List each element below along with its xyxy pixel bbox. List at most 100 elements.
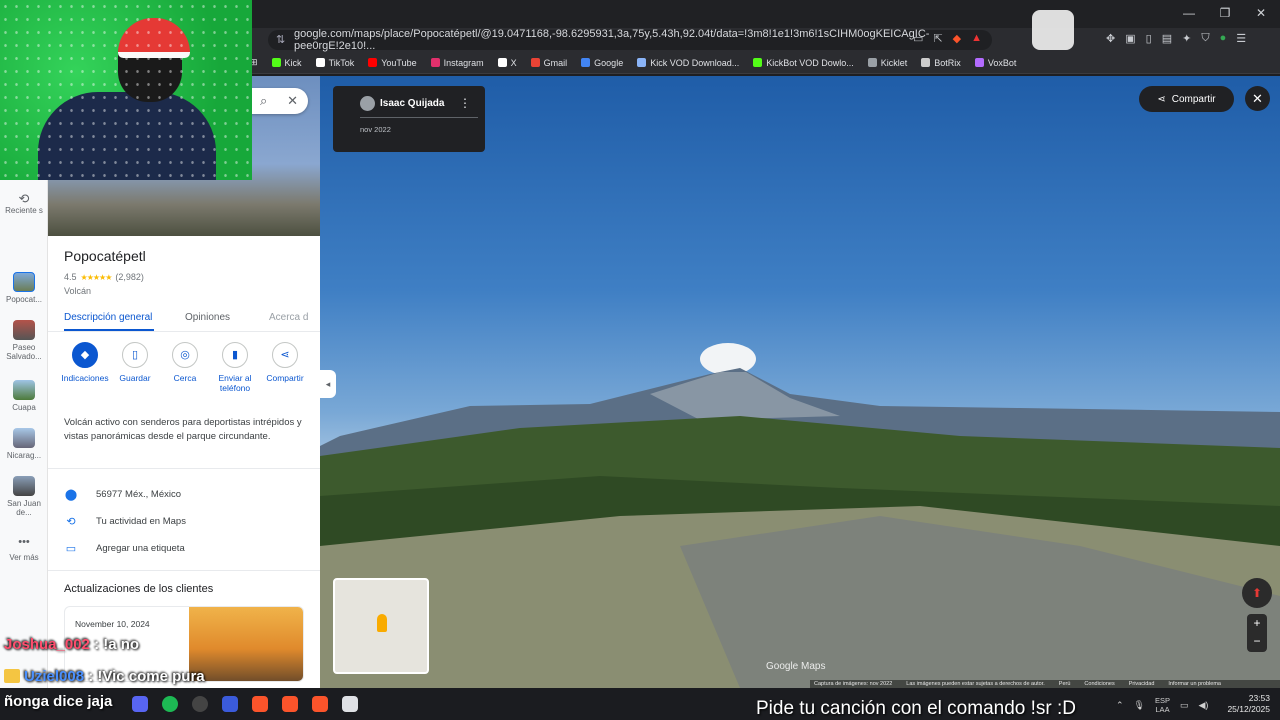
bookmark-kicklet[interactable]: Kicklet xyxy=(867,58,907,68)
rating-row[interactable]: 4.5 ★★★★★ (2,982) xyxy=(64,272,144,282)
url-field[interactable]: ⇅ google.com/maps/place/Popocatépetl/@19… xyxy=(268,28,992,52)
system-tray: ⌃ 🎙 ESP LAA ▭ ◀) xyxy=(1116,696,1208,714)
close-icon: ✕ xyxy=(1252,90,1263,106)
pegman-icon[interactable] xyxy=(377,614,387,632)
tab-reviews[interactable]: Opiniones xyxy=(185,312,230,323)
extensions-icon[interactable]: ✥ xyxy=(1106,32,1115,45)
bookmark-kick[interactable]: Kick xyxy=(271,58,302,68)
search-chip: ⌕ ✕ xyxy=(250,88,308,114)
minimap[interactable] xyxy=(333,578,429,674)
send-to-phone-button[interactable]: ▮ Enviar al teléfono xyxy=(210,342,260,393)
more-options-icon[interactable]: ⋮ xyxy=(459,96,471,110)
brave-shield-icon[interactable]: ◆ xyxy=(953,32,961,45)
discord-icon[interactable] xyxy=(132,696,148,712)
activity-row[interactable]: ⟲ Tu actividad en Maps xyxy=(64,515,186,528)
spotify-icon[interactable] xyxy=(162,696,178,712)
chevron-up-icon[interactable]: ⌃ xyxy=(1116,700,1124,711)
chat-overlay: Joshua_002 : !a no Uziel008 : !Vic come … xyxy=(0,630,250,688)
close-streetview-button[interactable]: ✕ xyxy=(1245,86,1270,111)
brave-browser-icon[interactable] xyxy=(282,696,298,712)
rail-item-more[interactable]: ••• Ver más xyxy=(0,537,48,563)
profile-icon[interactable]: ● xyxy=(1220,32,1227,45)
collapse-panel-button[interactable]: ◂ xyxy=(320,370,336,398)
chat-text: : !a no xyxy=(94,636,140,653)
add-label-row[interactable]: ▭ Agregar una etiqueta xyxy=(64,542,185,555)
bookmark-google[interactable]: Google xyxy=(581,58,623,68)
wallet-icon[interactable]: ▤ xyxy=(1162,32,1172,45)
bookmark-voxbot[interactable]: VoxBot xyxy=(974,58,1016,68)
menu-icon[interactable]: ☰ xyxy=(1236,32,1246,45)
file-icon[interactable] xyxy=(342,696,358,712)
search-icon[interactable]: ⌕ xyxy=(260,93,267,109)
bookmark-kickbot[interactable]: KickBot VOD Dowlo... xyxy=(753,58,854,68)
maximize-icon[interactable]: ❐ xyxy=(1218,6,1232,20)
share-place-button[interactable]: ⋖ Compartir xyxy=(260,342,310,393)
brave-browser-icon[interactable] xyxy=(252,696,268,712)
bookmark-kick-vod[interactable]: Kick VOD Download... xyxy=(637,58,739,68)
bookmark-tiktok[interactable]: TikTok xyxy=(315,58,354,68)
cast-icon[interactable]: ▭ xyxy=(913,32,923,45)
leo-icon[interactable]: ✦ xyxy=(1182,32,1191,45)
author-name[interactable]: Isaac Quijada xyxy=(380,98,444,109)
clock[interactable]: 23:53 25/12/2025 xyxy=(1227,693,1270,715)
tab-overview[interactable]: Descripción general xyxy=(64,312,152,323)
clear-search-icon[interactable]: ✕ xyxy=(287,93,298,109)
compass-icon[interactable]: ⬆ xyxy=(1242,578,1272,608)
profile-tile xyxy=(1032,10,1074,50)
tiktok-icon xyxy=(315,58,325,67)
rail-item-nicaragua[interactable]: Nicarag... xyxy=(0,428,48,460)
save-button[interactable]: ▯ Guardar xyxy=(110,342,160,393)
share-page-icon[interactable]: ⇱ xyxy=(933,32,942,45)
footer-privacy[interactable]: Privacidad xyxy=(1129,681,1155,687)
street-view-panorama[interactable] xyxy=(320,76,1280,688)
chat-text-continued: ñonga dice jaja xyxy=(4,693,113,710)
zoom-out-button[interactable]: − xyxy=(1247,632,1267,650)
google-maps-watermark: Google Maps xyxy=(766,661,826,672)
nearby-button[interactable]: ◎ Cerca xyxy=(160,342,210,393)
place-thumbnail xyxy=(13,320,35,340)
updates-title: Actualizaciones de los clientes xyxy=(64,583,214,595)
action-buttons: ◆ Indicaciones ▯ Guardar ◎ Cerca ▮ Envia… xyxy=(60,342,310,393)
minimize-icon[interactable]: — xyxy=(1182,6,1196,20)
rail-item-paseo[interactable]: Paseo Salvado... xyxy=(0,320,48,361)
bookmark-youtube[interactable]: YouTube xyxy=(368,58,417,68)
tab-about[interactable]: Acerca d xyxy=(269,312,308,323)
app-icon[interactable] xyxy=(222,696,238,712)
place-thumbnail xyxy=(13,428,35,448)
rail-item-popocatepetl[interactable]: Popocat... xyxy=(0,272,48,304)
place-thumbnail xyxy=(13,272,35,292)
footer-terms[interactable]: Condiciones xyxy=(1084,681,1114,687)
vpn-icon[interactable]: ⛉ xyxy=(1201,32,1209,45)
directions-button[interactable]: ◆ Indicaciones xyxy=(60,342,110,393)
rail-item-cuapa[interactable]: Cuapa xyxy=(0,380,48,412)
brave-browser-icon[interactable] xyxy=(312,696,328,712)
address-row[interactable]: ⬤ 56977 Méx., México xyxy=(64,488,181,501)
close-window-icon[interactable]: ✕ xyxy=(1254,6,1268,20)
footer-country[interactable]: Perú xyxy=(1059,681,1071,687)
footer-report[interactable]: Informar un problema xyxy=(1168,681,1221,687)
author-avatar[interactable] xyxy=(360,96,375,111)
share-streetview-button[interactable]: ⋖ Compartir xyxy=(1139,86,1234,112)
rail-item-recent[interactable]: ⟲ Reciente s xyxy=(0,191,48,215)
display-icon[interactable]: ▭ xyxy=(1180,700,1189,711)
google-icon xyxy=(581,58,591,67)
brave-rewards-icon[interactable]: ▲ xyxy=(971,32,982,45)
rail-item-san-juan[interactable]: San Juan de... xyxy=(0,476,48,517)
history-icon: ⟲ xyxy=(18,191,30,206)
zoom-in-button[interactable]: + xyxy=(1247,614,1267,632)
microphone-icon[interactable]: 🎙 xyxy=(1134,700,1145,711)
screenshot-icon[interactable]: ▣ xyxy=(1125,32,1135,45)
language-indicator[interactable]: ESP LAA xyxy=(1155,696,1170,714)
place-category[interactable]: Volcán xyxy=(64,286,91,296)
bookmark-instagram[interactable]: Instagram xyxy=(430,58,484,68)
bookmark-gmail[interactable]: Gmail xyxy=(530,58,567,68)
site-info-icon[interactable]: ⇅ xyxy=(276,33,285,46)
bookmark-x[interactable]: X xyxy=(497,58,517,68)
obs-icon[interactable] xyxy=(192,696,208,712)
rating-value: 4.5 xyxy=(64,272,77,282)
bookmark-botrix[interactable]: BotRix xyxy=(921,58,961,68)
url-text: google.com/maps/place/Popocatépetl/@19.0… xyxy=(294,28,930,52)
volume-icon[interactable]: ◀) xyxy=(1199,700,1209,711)
tab-indicator xyxy=(64,329,154,331)
sidebar-icon[interactable]: ▯ xyxy=(1146,32,1152,45)
